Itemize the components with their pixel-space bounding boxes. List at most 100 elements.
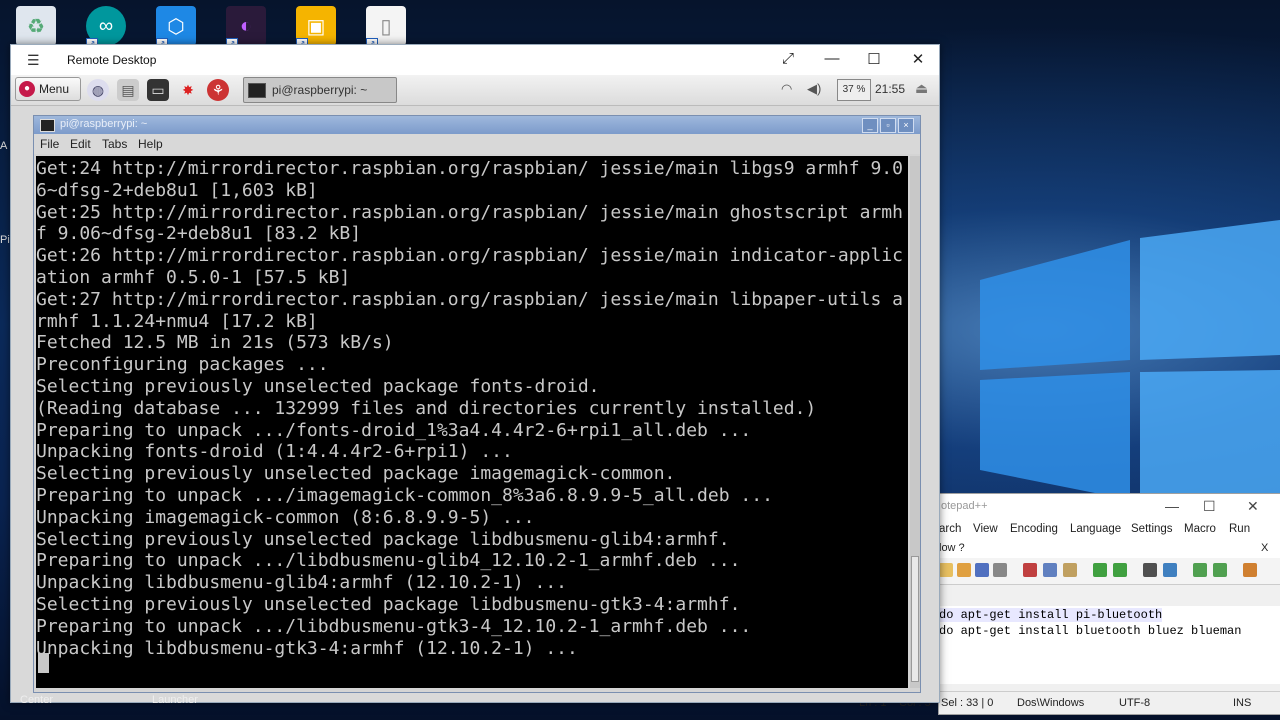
- copy-icon[interactable]: [1043, 563, 1057, 577]
- pi-menu-label: Menu: [39, 82, 70, 96]
- sync-icon[interactable]: [1243, 563, 1257, 577]
- npp-menu-window[interactable]: low ?: [939, 542, 965, 554]
- save-icon[interactable]: [975, 563, 989, 577]
- recycle-bin-icon[interactable]: ♻: [16, 6, 56, 46]
- minimize-icon[interactable]: _: [862, 118, 878, 133]
- close-icon[interactable]: ✕: [903, 50, 933, 68]
- terminal-titlebar[interactable]: pi@raspberrypi: ~ _ ▫ ×: [34, 116, 920, 134]
- new-file-icon[interactable]: [939, 563, 953, 577]
- hamburger-menu-icon[interactable]: ☰: [27, 52, 40, 69]
- eject-icon[interactable]: ⏏: [915, 80, 928, 97]
- remote-desktop-window[interactable]: ☰ Remote Desktop ⤢ — ☐ ✕ ● Menu ◍ ▤ ▭ ✸ …: [10, 44, 940, 703]
- npp-status-ins: INS: [1233, 697, 1252, 709]
- npp-menu-search[interactable]: arch: [939, 523, 961, 535]
- print-icon[interactable]: [993, 563, 1007, 577]
- npp-menu-view[interactable]: View: [973, 523, 998, 535]
- desktop-label-center: Center: [20, 694, 54, 706]
- rdp-title: Remote Desktop: [67, 53, 157, 67]
- npp-menu-language[interactable]: Language: [1070, 523, 1121, 535]
- terminal-cursor: [38, 653, 49, 673]
- panel-clock: 21:55: [875, 82, 906, 96]
- terminal-menu-edit[interactable]: Edit: [70, 137, 91, 151]
- mathematica-icon[interactable]: ✸: [177, 79, 199, 101]
- redo-icon[interactable]: [1113, 563, 1127, 577]
- arduino-icon[interactable]: ∞↗: [86, 6, 126, 50]
- minimize-icon[interactable]: —: [1165, 498, 1179, 514]
- cut-icon[interactable]: [1023, 563, 1037, 577]
- fullscreen-icon[interactable]: ⤢: [773, 50, 803, 67]
- terminal-scrollbar[interactable]: [910, 156, 920, 688]
- close-icon[interactable]: ✕: [1247, 498, 1259, 515]
- rdp-titlebar[interactable]: ☰ Remote Desktop ⤢ — ☐ ✕: [11, 45, 939, 75]
- terminal-icon[interactable]: ▭: [147, 79, 169, 101]
- raspberry-pi-desktop: ● Menu ◍ ▤ ▭ ✸ ⚘ pi@raspberrypi: ~ ◠ ◀) …: [11, 75, 939, 702]
- terminal-line: ation armhf 0.5.0-1 [57.5 kB]: [36, 266, 351, 288]
- terminal-menu-tabs[interactable]: Tabs: [102, 137, 127, 151]
- blank-file-icon[interactable]: ▯↗: [366, 6, 406, 50]
- raspberry-icon: ●: [19, 81, 35, 97]
- terminal-line: Selecting previously unselected package …: [36, 375, 600, 397]
- npp-title: otepad++: [941, 500, 988, 512]
- terminal-line: (Reading database ... 132999 files and d…: [36, 397, 817, 419]
- wolfram-icon[interactable]: ⚘: [207, 79, 229, 101]
- wifi-icon[interactable]: ◠: [781, 81, 792, 97]
- terminal-lines: Get:24 http://mirrordirector.raspbian.or…: [36, 158, 903, 659]
- lxde-panel: ● Menu ◍ ▤ ▭ ✸ ⚘ pi@raspberrypi: ~ ◠ ◀) …: [11, 75, 939, 106]
- side-label-a: A: [0, 140, 8, 152]
- undo-icon[interactable]: [1093, 563, 1107, 577]
- terminal-window[interactable]: pi@raspberrypi: ~ _ ▫ × File Edit Tabs H…: [33, 115, 921, 693]
- desktop-label-launcher: Launcher: [152, 694, 198, 706]
- terminal-title: pi@raspberrypi: ~: [60, 118, 148, 130]
- minimize-icon[interactable]: —: [817, 50, 847, 67]
- terminal-line: Get:27 http://mirrordirector.raspbian.or…: [36, 288, 903, 310]
- zoom-out-icon[interactable]: [1213, 563, 1227, 577]
- find-icon[interactable]: [1143, 563, 1157, 577]
- terminal-line: Fetched 12.5 MB in 21s (573 kB/s): [36, 332, 394, 354]
- terminal-line: Get:24 http://mirrordirector.raspbian.or…: [36, 158, 903, 179]
- slides-app-icon[interactable]: ▣↗: [296, 6, 336, 50]
- npp-menu-macro[interactable]: Macro: [1184, 523, 1216, 535]
- npp-menu-settings[interactable]: Settings: [1131, 523, 1173, 535]
- ilkoo-app-icon[interactable]: ◐↗: [226, 6, 266, 50]
- close-icon[interactable]: ×: [898, 118, 914, 133]
- terminal-line: Unpacking imagemagick-common (8:6.8.9.9-…: [36, 506, 535, 528]
- npp-status-encoding: UTF-8: [1119, 697, 1151, 709]
- notepad-plus-plus-window[interactable]: otepad++ — ☐ ✕ arch View Encoding Langua…: [859, 493, 1280, 715]
- terminal-line: 6~dfsg-2+deb8u1 [1,603 kB]: [36, 179, 318, 201]
- replace-icon[interactable]: [1163, 563, 1177, 577]
- terminal-line: Selecting previously unselected package …: [36, 463, 676, 485]
- terminal-line: f 9.06~dfsg-2+deb8u1 [83.2 kB]: [36, 223, 362, 245]
- maximize-icon[interactable]: ☐: [1203, 498, 1216, 515]
- terminal-menu-file[interactable]: File: [40, 137, 59, 151]
- terminal-line: Selecting previously unselected package …: [36, 593, 741, 615]
- terminal-menubar: File Edit Tabs Help: [34, 134, 920, 154]
- npp-menu-run[interactable]: Run: [1229, 523, 1250, 535]
- terminal-mini-icon: [248, 82, 266, 98]
- npp-line-2: do apt-get install bluetooth bluez bluem…: [939, 624, 1242, 638]
- web-browser-icon[interactable]: ◍: [87, 79, 109, 101]
- npp-editor[interactable]: do apt-get install pi-bluetooth do apt-g…: [939, 606, 1280, 684]
- terminal-line: Get:25 http://mirrordirector.raspbian.or…: [36, 201, 903, 223]
- npp-menu-encoding[interactable]: Encoding: [1010, 523, 1058, 535]
- maximize-icon[interactable]: ☐: [859, 50, 889, 68]
- zoom-in-icon[interactable]: [1193, 563, 1207, 577]
- npp-status-eol: Dos\Windows: [1017, 697, 1085, 709]
- terminal-line: Preparing to unpack .../fonts-droid_1%3a…: [36, 419, 752, 441]
- npp-statusbar: Ln : 1 Col : 5 Sel : 33 | 0 Dos\Windows …: [859, 691, 1280, 714]
- maximize-icon[interactable]: ▫: [880, 118, 896, 133]
- side-label-pi: Pi: [0, 234, 10, 246]
- box-app-icon[interactable]: ⬡↗: [156, 6, 196, 50]
- terminal-line: Unpacking fonts-droid (1:4.4.4r2-6+rpi1)…: [36, 441, 513, 463]
- terminal-menu-help[interactable]: Help: [138, 137, 163, 151]
- npp-doc-close[interactable]: X: [1261, 542, 1268, 554]
- file-manager-icon[interactable]: ▤: [117, 79, 139, 101]
- paste-icon[interactable]: [1063, 563, 1077, 577]
- terminal-line: Preparing to unpack .../libdbusmenu-gtk3…: [36, 615, 752, 637]
- taskbar-terminal-button[interactable]: pi@raspberrypi: ~: [243, 77, 397, 103]
- volume-icon[interactable]: ◀): [807, 81, 821, 97]
- npp-titlebar[interactable]: otepad++ — ☐ ✕: [939, 494, 1280, 520]
- pi-menu-button[interactable]: ● Menu: [15, 77, 81, 101]
- open-file-icon[interactable]: [957, 563, 971, 577]
- scrollbar-thumb[interactable]: [911, 556, 919, 682]
- terminal-output[interactable]: Get:24 http://mirrordirector.raspbian.or…: [36, 156, 908, 688]
